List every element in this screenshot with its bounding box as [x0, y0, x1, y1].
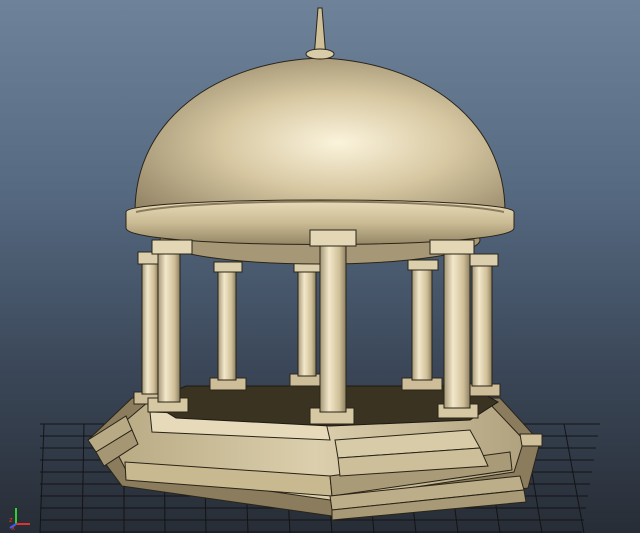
- scene-canvas[interactable]: [0, 0, 640, 533]
- dome[interactable]: [125, 7, 515, 265]
- z-axis-label: z: [9, 516, 13, 524]
- axis-gizmo: z x: [9, 508, 30, 530]
- 3d-viewport[interactable]: z x: [0, 0, 640, 533]
- x-axis-label: x: [11, 524, 15, 530]
